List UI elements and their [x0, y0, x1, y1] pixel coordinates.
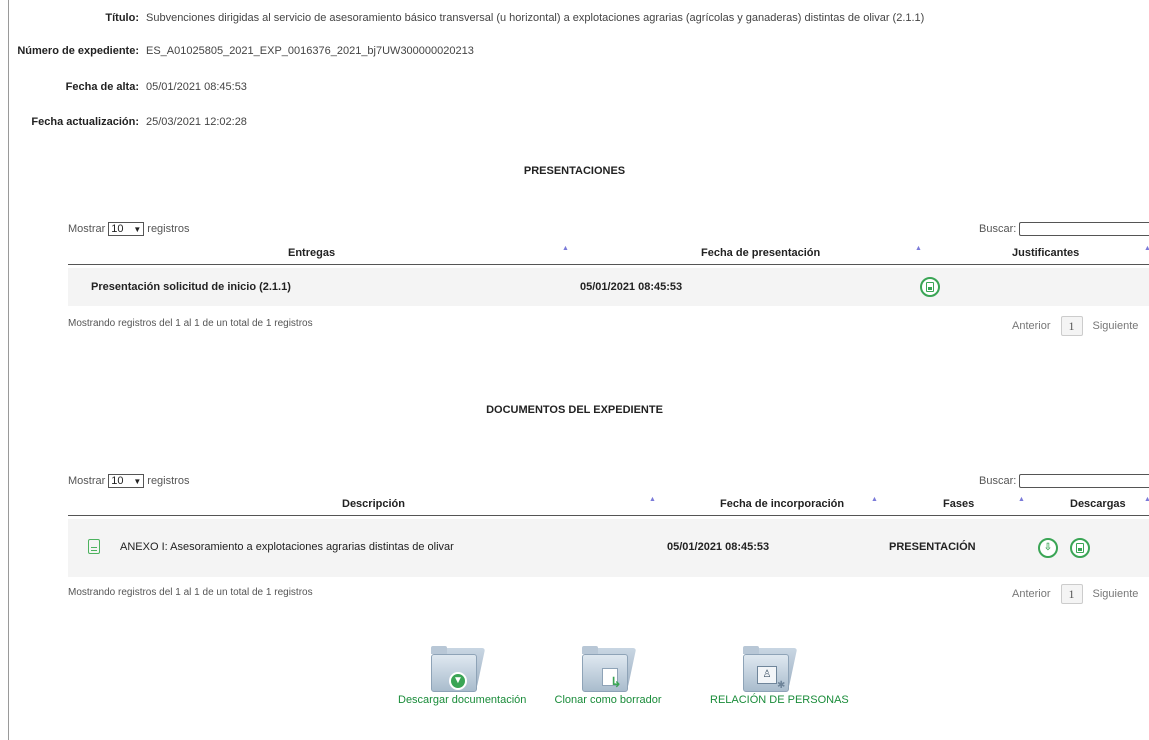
- search-control: Buscar:: [979, 222, 1149, 236]
- column-header-descripcion[interactable]: Descripción: [342, 498, 405, 510]
- length-suffix: registros: [147, 475, 190, 487]
- document-download-icon[interactable]: [920, 277, 940, 297]
- table-header-documentos: Descripción ▲ Fecha de incorporación ▲ F…: [68, 495, 1149, 516]
- page-length-control: Mostrar 10 ▼ registros: [68, 474, 189, 488]
- arrow-down-icon: ⇩: [1043, 542, 1053, 553]
- sort-arrow-icon[interactable]: ▲: [1144, 496, 1149, 503]
- meta-label: Fecha de alta:: [65, 81, 139, 93]
- people-relation-button[interactable]: ♙ ✱ RELACIÓN DE PERSONAS: [710, 644, 849, 706]
- cell-fecha: 05/01/2021 08:45:53: [667, 541, 770, 553]
- section-title-documentos: DOCUMENTOS DEL EXPEDIENTE: [486, 404, 663, 416]
- sort-arrow-icon[interactable]: ▲: [649, 496, 656, 503]
- document-download-icon[interactable]: [1070, 538, 1090, 558]
- section-title-presentaciones: PRESENTACIONES: [523, 165, 626, 177]
- folder-download-icon: ▼: [431, 644, 486, 694]
- action-label: RELACIÓN DE PERSONAS: [710, 694, 849, 706]
- chevron-down-icon: ▼: [133, 224, 142, 234]
- search-control: Buscar:: [979, 474, 1149, 488]
- left-border-rule: [8, 0, 9, 740]
- pager-prev[interactable]: Anterior: [1012, 588, 1051, 600]
- column-header-fases[interactable]: Fases: [943, 498, 974, 510]
- page-length-value: 10: [111, 475, 124, 487]
- column-header-entregas[interactable]: Entregas: [288, 247, 335, 259]
- pager-page-1[interactable]: 1: [1060, 316, 1083, 336]
- table-row: Presentación solicitud de inicio (2.1.1)…: [68, 268, 1149, 306]
- meta-label: Fecha actualización:: [31, 116, 139, 128]
- page-length-value: 10: [111, 223, 124, 235]
- cell-fase: PRESENTACIÓN: [889, 541, 976, 553]
- column-header-justificantes[interactable]: Justificantes: [1012, 247, 1079, 259]
- cell-fecha: 05/01/2021 08:45:53: [580, 281, 683, 293]
- sort-arrow-icon[interactable]: ▲: [1144, 245, 1149, 252]
- document-glyph-icon: [926, 282, 934, 292]
- cell-descripcion: ANEXO I: Asesoramiento a explotaciones a…: [120, 541, 454, 553]
- meta-value: 25/03/2021 12:02:28: [146, 116, 247, 128]
- pager-next[interactable]: Siguiente: [1093, 588, 1139, 600]
- search-label: Buscar:: [979, 475, 1017, 487]
- pager-page-1[interactable]: 1: [1060, 584, 1083, 604]
- meta-value: ES_A01025805_2021_EXP_0016376_2021_bj7UW…: [146, 45, 474, 57]
- page-length-select[interactable]: 10 ▼: [108, 474, 145, 488]
- column-header-fecha-incorporacion[interactable]: Fecha de incorporación: [720, 498, 844, 510]
- folder-people-icon: ♙ ✱: [743, 644, 798, 694]
- table-info: Mostrando registros del 1 al 1 de un tot…: [68, 587, 313, 598]
- folder-clone-icon: ↳: [582, 644, 637, 694]
- page-length-select[interactable]: 10 ▼: [108, 222, 145, 236]
- pagination: Anterior 1 Siguiente: [1012, 316, 1138, 336]
- sort-arrow-icon[interactable]: ▲: [1018, 496, 1025, 503]
- search-label: Buscar:: [979, 223, 1017, 235]
- length-prefix: Mostrar: [68, 475, 106, 487]
- sort-arrow-icon[interactable]: ▲: [562, 245, 569, 252]
- search-input[interactable]: [1019, 474, 1149, 488]
- length-suffix: registros: [147, 223, 190, 235]
- length-prefix: Mostrar: [68, 223, 106, 235]
- pagination: Anterior 1 Siguiente: [1012, 584, 1138, 604]
- action-label: Clonar como borrador: [554, 694, 662, 706]
- meta-label: Título:: [105, 12, 139, 24]
- action-label: Descargar documentación: [398, 694, 527, 706]
- clone-draft-button[interactable]: ↳ Clonar como borrador: [549, 644, 667, 706]
- document-glyph-icon: [1076, 543, 1084, 553]
- search-input[interactable]: [1019, 222, 1149, 236]
- meta-value: 05/01/2021 08:45:53: [146, 81, 247, 93]
- sort-arrow-icon[interactable]: ▲: [915, 245, 922, 252]
- download-icon[interactable]: ⇩: [1038, 538, 1058, 558]
- meta-label: Número de expediente:: [17, 45, 139, 57]
- table-info: Mostrando registros del 1 al 1 de un tot…: [68, 318, 313, 329]
- pager-prev[interactable]: Anterior: [1012, 320, 1051, 332]
- table-row: ANEXO I: Asesoramiento a explotaciones a…: [68, 519, 1149, 577]
- file-icon: [88, 539, 100, 554]
- table-header-presentaciones: Entregas ▲ Fecha de presentación ▲ Justi…: [68, 244, 1149, 265]
- pager-next[interactable]: Siguiente: [1093, 320, 1139, 332]
- download-documentation-button[interactable]: ▼ Descargar documentación: [398, 644, 527, 706]
- cell-entrega: Presentación solicitud de inicio (2.1.1): [91, 281, 291, 293]
- column-header-fecha-presentacion[interactable]: Fecha de presentación: [701, 247, 820, 259]
- page-length-control: Mostrar 10 ▼ registros: [68, 222, 189, 236]
- sort-arrow-icon[interactable]: ▲: [871, 496, 878, 503]
- column-header-descargas[interactable]: Descargas: [1070, 498, 1126, 510]
- meta-value: Subvenciones dirigidas al servicio de as…: [146, 12, 925, 24]
- chevron-down-icon: ▼: [133, 476, 142, 486]
